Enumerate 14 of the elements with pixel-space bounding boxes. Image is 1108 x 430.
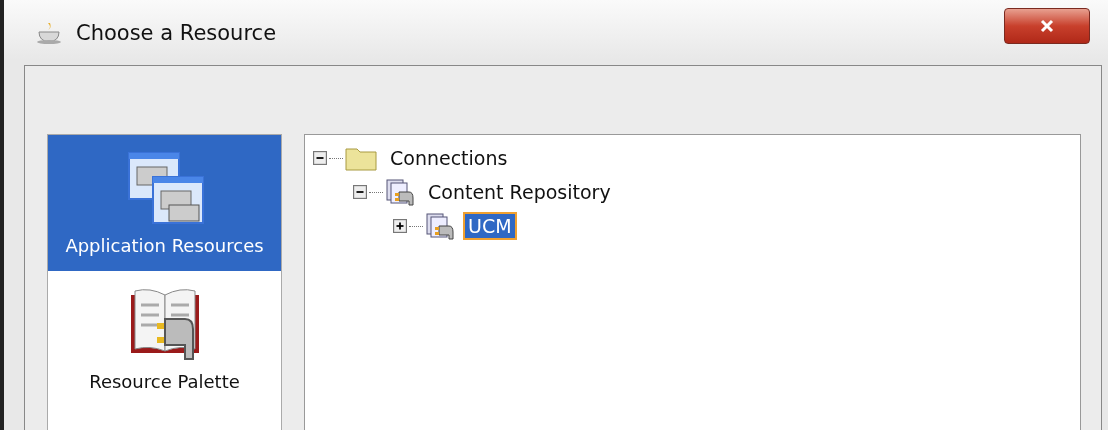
connection-icon	[425, 212, 455, 240]
tree-item[interactable]: Content Repository	[423, 178, 616, 206]
tree-item[interactable]: UCM	[463, 212, 517, 240]
expander-toggle[interactable]	[353, 185, 367, 199]
close-icon	[1038, 18, 1056, 34]
folder-icon	[345, 145, 377, 171]
expander-toggle[interactable]	[313, 151, 327, 165]
sidebar-item[interactable]: Application Resources	[48, 135, 281, 271]
window-title: Choose a Resource	[76, 20, 277, 45]
expander-toggle[interactable]	[393, 219, 407, 233]
connection-icon	[385, 178, 415, 206]
close-button[interactable]	[1004, 8, 1090, 44]
sidebar-item[interactable]: Resource Palette	[48, 271, 281, 407]
tree-item[interactable]: Connections	[385, 144, 513, 172]
